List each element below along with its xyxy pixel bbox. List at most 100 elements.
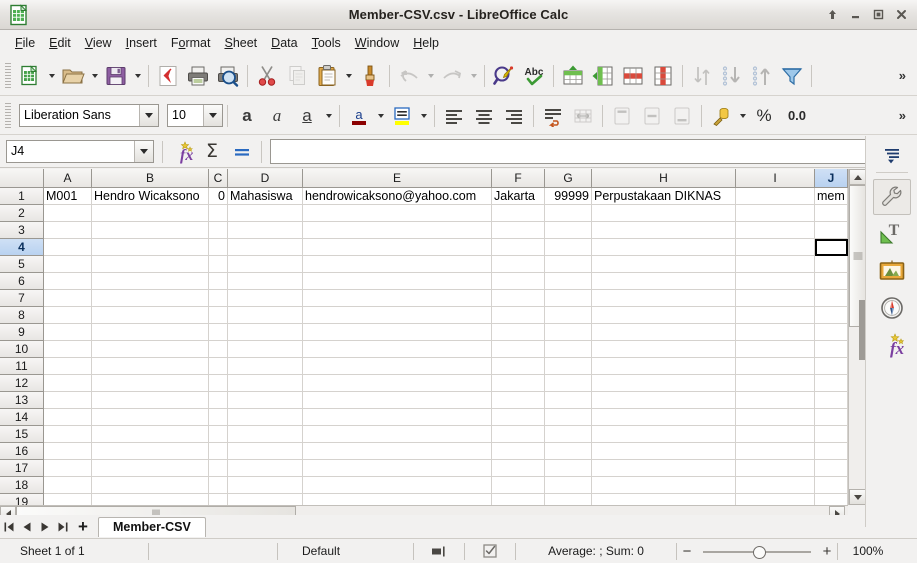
cell-E13[interactable] <box>303 392 492 409</box>
cell-B5[interactable] <box>92 256 209 273</box>
last-sheet-button[interactable] <box>54 517 72 537</box>
delete-column-button[interactable] <box>648 61 678 91</box>
sort-descending-button[interactable] <box>747 61 777 91</box>
font-name-input[interactable]: Liberation Sans <box>19 104 159 127</box>
cell-I13[interactable] <box>736 392 815 409</box>
cell-C2[interactable] <box>209 205 228 222</box>
open-document-dropdown[interactable] <box>88 61 101 91</box>
cell-A8[interactable] <box>44 307 92 324</box>
row-header-1[interactable]: 1 <box>0 188 44 205</box>
row-header-5[interactable]: 5 <box>0 256 44 273</box>
cell-C10[interactable] <box>209 341 228 358</box>
cell-E11[interactable] <box>303 358 492 375</box>
align-left-button[interactable] <box>439 101 469 131</box>
select-all-corner[interactable] <box>0 169 44 188</box>
cell-C11[interactable] <box>209 358 228 375</box>
redo-button[interactable] <box>437 61 467 91</box>
cell-E15[interactable] <box>303 426 492 443</box>
cell-G2[interactable] <box>545 205 592 222</box>
cell-I6[interactable] <box>736 273 815 290</box>
menu-help[interactable]: Help <box>406 33 446 53</box>
cell-H7[interactable] <box>592 290 736 307</box>
cell-G13[interactable] <box>545 392 592 409</box>
cell-B2[interactable] <box>92 205 209 222</box>
cell-D19[interactable] <box>228 494 303 505</box>
cell-D14[interactable] <box>228 409 303 426</box>
cell-C6[interactable] <box>209 273 228 290</box>
open-document-button[interactable] <box>58 61 88 91</box>
cell-C19[interactable] <box>209 494 228 505</box>
cell-F15[interactable] <box>492 426 545 443</box>
row-header-17[interactable]: 17 <box>0 460 44 477</box>
cell-A17[interactable] <box>44 460 92 477</box>
cell-G16[interactable] <box>545 443 592 460</box>
cell-J14[interactable] <box>815 409 848 426</box>
align-center-button[interactable] <box>469 101 499 131</box>
spelling-button[interactable]: Abc <box>519 61 549 91</box>
cell-H5[interactable] <box>592 256 736 273</box>
cell-I8[interactable] <box>736 307 815 324</box>
cell-B18[interactable] <box>92 477 209 494</box>
status-document-modified[interactable] <box>465 539 515 563</box>
toolbar-grip[interactable] <box>3 102 13 129</box>
cell-B11[interactable] <box>92 358 209 375</box>
cell-C16[interactable] <box>209 443 228 460</box>
save-document-button[interactable] <box>101 61 131 91</box>
cell-C7[interactable] <box>209 290 228 307</box>
cell-I18[interactable] <box>736 477 815 494</box>
cell-C9[interactable] <box>209 324 228 341</box>
cell-H1[interactable]: Perpustakaan DIKNAS <box>592 188 736 205</box>
cell-A2[interactable] <box>44 205 92 222</box>
cell-A3[interactable] <box>44 222 92 239</box>
cell-H15[interactable] <box>592 426 736 443</box>
cell-A14[interactable] <box>44 409 92 426</box>
formula-input-line[interactable] <box>270 139 911 164</box>
row-header-11[interactable]: 11 <box>0 358 44 375</box>
cell-E3[interactable] <box>303 222 492 239</box>
paste-dropdown[interactable] <box>342 61 355 91</box>
cell-B12[interactable] <box>92 375 209 392</box>
column-insert-button[interactable] <box>588 61 618 91</box>
formula-button[interactable] <box>227 137 257 167</box>
cell-A16[interactable] <box>44 443 92 460</box>
cell-I5[interactable] <box>736 256 815 273</box>
copy-button[interactable] <box>282 61 312 91</box>
cell-B17[interactable] <box>92 460 209 477</box>
cell-E17[interactable] <box>303 460 492 477</box>
cell-G3[interactable] <box>545 222 592 239</box>
cell-H19[interactable] <box>592 494 736 505</box>
cell-C17[interactable] <box>209 460 228 477</box>
cell-D8[interactable] <box>228 307 303 324</box>
row-header-13[interactable]: 13 <box>0 392 44 409</box>
cell-J6[interactable] <box>815 273 848 290</box>
cell-H12[interactable] <box>592 375 736 392</box>
cell-J4[interactable] <box>815 239 848 256</box>
cell-I19[interactable] <box>736 494 815 505</box>
underline-dropdown[interactable] <box>322 101 335 131</box>
undo-button[interactable] <box>394 61 424 91</box>
row-insert-button[interactable] <box>558 61 588 91</box>
cell-F19[interactable] <box>492 494 545 505</box>
column-header-f[interactable]: F <box>492 169 545 188</box>
sidebar-item-navigator[interactable] <box>873 290 911 326</box>
cell-H6[interactable] <box>592 273 736 290</box>
cell-D3[interactable] <box>228 222 303 239</box>
column-header-e[interactable]: E <box>303 169 492 188</box>
cell-E16[interactable] <box>303 443 492 460</box>
cell-A9[interactable] <box>44 324 92 341</box>
font-size-input[interactable]: 10 <box>167 104 223 127</box>
cell-H10[interactable] <box>592 341 736 358</box>
redo-dropdown[interactable] <box>467 61 480 91</box>
currency-format-button[interactable] <box>706 101 736 131</box>
cell-C4[interactable] <box>209 239 228 256</box>
cell-J16[interactable] <box>815 443 848 460</box>
cell-C18[interactable] <box>209 477 228 494</box>
next-sheet-button[interactable] <box>36 517 54 537</box>
percent-format-button[interactable]: % <box>749 101 779 131</box>
scroll-up-button[interactable] <box>849 169 866 185</box>
cell-D16[interactable] <box>228 443 303 460</box>
column-header-i[interactable]: I <box>736 169 815 188</box>
cell-A6[interactable] <box>44 273 92 290</box>
cell-F11[interactable] <box>492 358 545 375</box>
row-header-12[interactable]: 12 <box>0 375 44 392</box>
